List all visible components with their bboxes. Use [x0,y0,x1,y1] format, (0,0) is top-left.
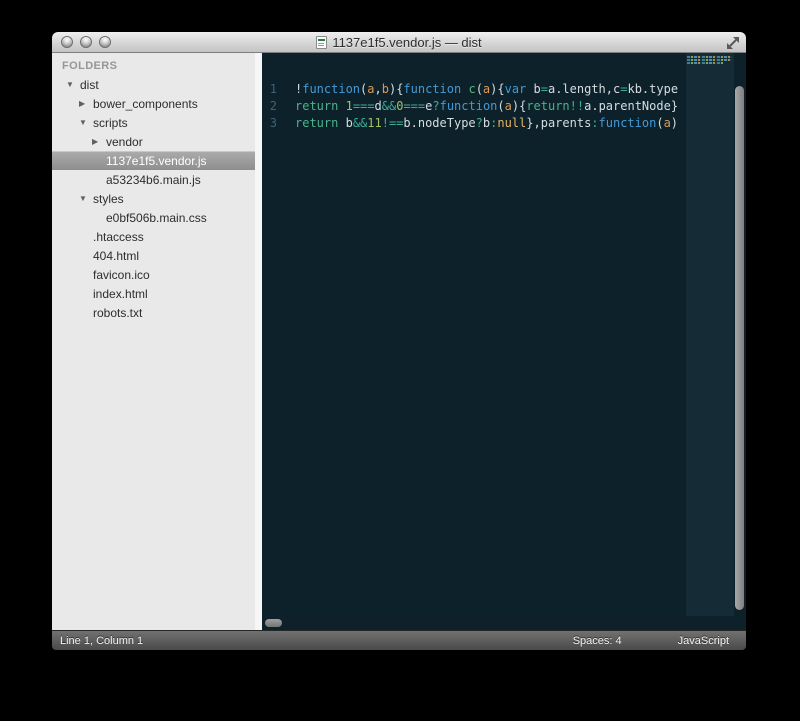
tree-item-label: dist [80,77,99,92]
tree-item-label: .htaccess [93,229,144,244]
tree-file-a53234b6.main.js[interactable]: a53234b6.main.js [52,170,262,189]
tree-file-.htaccess[interactable]: .htaccess [52,227,262,246]
horizontal-scrollbar-thumb[interactable] [265,619,282,627]
tree-item-label: 404.html [93,248,140,263]
window-title: 1137e1f5.vendor.js — dist [332,35,482,50]
tree-file-robots.txt[interactable]: robots.txt [52,303,262,322]
tree-item-label: a53234b6.main.js [106,172,201,187]
code-line-2[interactable]: 2 return 1===d&&0===e?function(a){return!… [262,98,686,115]
tree-folder-vendor[interactable]: ▶ vendor [52,132,262,151]
fullscreen-icon[interactable] [726,36,740,50]
tree-file-404.html[interactable]: 404.html [52,246,262,265]
chevron-expanded-icon[interactable]: ▼ [66,80,80,89]
code-text: return 1===d&&0===e?function(a){return!!… [295,99,679,113]
minimap-code-marks [687,56,732,65]
tree-file-1137e1f5.vendor.js[interactable]: 1137e1f5.vendor.js [52,151,262,170]
tree-folder-dist[interactable]: ▼ dist [52,75,262,94]
tree-item-label: index.html [93,286,148,301]
tree-item-label: styles [93,191,124,206]
minimap[interactable] [686,53,734,616]
indent-setting[interactable]: Spaces: 4 [573,635,622,647]
code-line-3[interactable]: 3 return b&&11!==b.nodeType?b:null},paren… [262,115,686,132]
chevron-collapsed-icon[interactable]: ▶ [92,137,106,146]
line-number[interactable]: 2 [262,98,277,115]
document-icon [316,36,328,49]
tree-item-label: favicon.ico [93,267,150,282]
vertical-scrollbar[interactable] [733,53,746,616]
editor-pane[interactable]: 1 !function(a,b){function c(a){var b=a.le… [262,53,746,630]
titlebar[interactable]: 1137e1f5.vendor.js — dist [52,32,746,53]
title-area: 1137e1f5.vendor.js — dist [52,32,746,53]
status-bar: Line 1, Column 1 Spaces: 4 JavaScript [52,630,746,650]
tree-item-label: bower_components [93,96,198,111]
folder-tree: ▼ dist ▶ bower_components ▼ scripts ▶ vendor 113… [52,75,262,322]
sidebar-header: FOLDERS [62,60,118,72]
tree-file-index.html[interactable]: index.html [52,284,262,303]
tree-folder-styles[interactable]: ▼ styles [52,189,262,208]
tree-item-label: robots.txt [93,305,143,320]
tree-item-label: e0bf506b.main.css [106,210,207,225]
line-number[interactable]: 3 [262,115,277,132]
code-area[interactable]: 1 !function(a,b){function c(a){var b=a.le… [262,81,686,132]
sidebar: FOLDERS ▼ dist ▶ bower_components ▼ scripts ▶ v… [52,53,262,630]
tree-file-e0bf506b.main.css[interactable]: e0bf506b.main.css [52,208,262,227]
tree-folder-scripts[interactable]: ▼ scripts [52,113,262,132]
chevron-expanded-icon[interactable]: ▼ [79,118,93,127]
vertical-scrollbar-thumb[interactable] [735,86,744,610]
tree-item-label: vendor [106,134,143,149]
chevron-expanded-icon[interactable]: ▼ [79,194,93,203]
tree-folder-bower_components[interactable]: ▶ bower_components [52,94,262,113]
code-text: !function(a,b){function c(a){var b=a.len… [295,82,679,96]
desktop-background: 1137e1f5.vendor.js — dist FOLDERS ▼ dist ▶… [0,0,800,721]
line-number[interactable]: 1 [262,81,277,98]
chevron-collapsed-icon[interactable]: ▶ [79,99,93,108]
language-mode[interactable]: JavaScript [678,635,729,647]
horizontal-scrollbar[interactable] [262,616,746,630]
tree-item-label: scripts [93,115,128,130]
tree-file-favicon.ico[interactable]: favicon.ico [52,265,262,284]
code-line-1[interactable]: 1 !function(a,b){function c(a){var b=a.le… [262,81,686,98]
tree-item-label: 1137e1f5.vendor.js [106,153,207,168]
code-text: return b&&11!==b.nodeType?b:null},parent… [295,116,679,130]
editor-window: 1137e1f5.vendor.js — dist FOLDERS ▼ dist ▶… [52,32,746,650]
sidebar-scrollbar-track[interactable] [255,53,262,630]
cursor-position[interactable]: Line 1, Column 1 [60,635,573,647]
